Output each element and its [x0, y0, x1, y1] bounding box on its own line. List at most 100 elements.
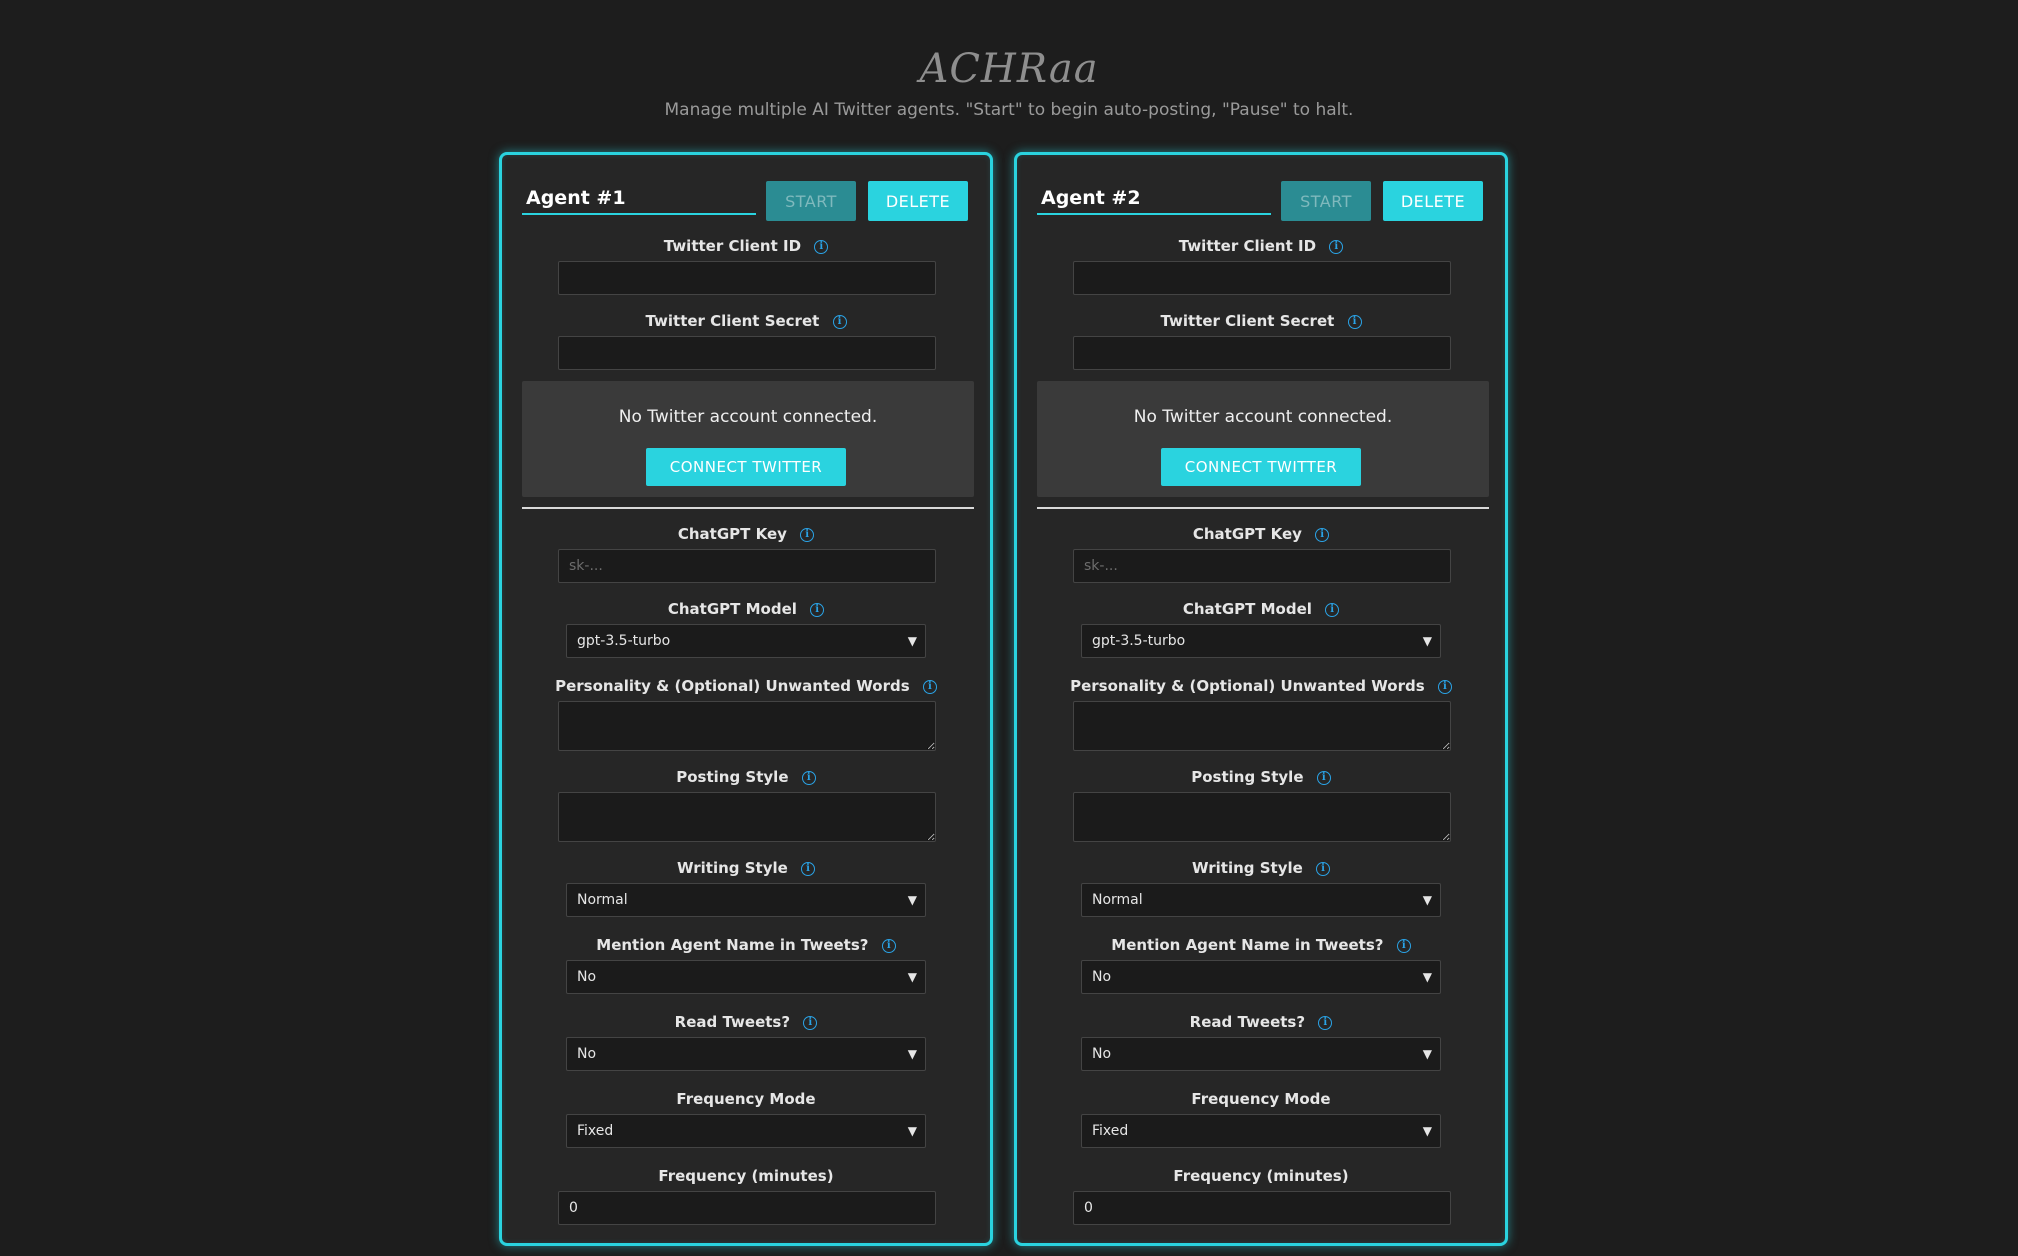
twitter-connect-panel: No Twitter account connected. CONNECT TW… — [1037, 381, 1489, 497]
posting-style-label: Posting Style i — [1017, 768, 1505, 786]
chevron-down-icon: ▼ — [907, 1124, 917, 1138]
twitter-client-secret-label-text: Twitter Client Secret — [1160, 312, 1335, 330]
twitter-connect-status: No Twitter account connected. — [1133, 407, 1393, 427]
personality-label: Personality & (Optional) Unwanted Words … — [502, 677, 990, 695]
connect-twitter-button[interactable]: CONNECT TWITTER — [1161, 448, 1361, 486]
divider — [1037, 507, 1489, 509]
personality-textarea[interactable] — [558, 701, 936, 751]
twitter-client-id-input[interactable] — [1073, 261, 1451, 295]
read-tweets-value: No — [577, 1046, 597, 1062]
frequency-mode-label-text: Frequency Mode — [676, 1090, 816, 1108]
app-logo: ACHRaa — [919, 46, 1099, 92]
mention-name-label-text: Mention Agent Name in Tweets? — [596, 936, 869, 954]
frequency-minutes-input[interactable] — [558, 1191, 936, 1225]
info-icon[interactable]: i — [1396, 938, 1411, 953]
info-icon[interactable]: i — [814, 239, 829, 254]
chatgpt-key-input[interactable] — [558, 549, 936, 583]
info-icon[interactable]: i — [922, 679, 937, 694]
info-icon[interactable]: i — [1437, 679, 1452, 694]
chatgpt-model-select[interactable]: gpt-3.5-turbo ▼ — [1081, 624, 1441, 658]
delete-button[interactable]: DELETE — [1383, 181, 1483, 221]
read-tweets-select[interactable]: No ▼ — [566, 1037, 926, 1071]
writing-style-select[interactable]: Normal ▼ — [566, 883, 926, 917]
chevron-down-icon: ▼ — [907, 970, 917, 984]
read-tweets-select[interactable]: No ▼ — [1081, 1037, 1441, 1071]
info-icon[interactable]: i — [1347, 314, 1362, 329]
start-button[interactable]: START — [766, 181, 856, 221]
chatgpt-key-input[interactable] — [1073, 549, 1451, 583]
frequency-mode-select[interactable]: Fixed ▼ — [1081, 1114, 1441, 1148]
chatgpt-key-label-text: ChatGPT Key — [1192, 525, 1302, 543]
info-icon[interactable]: i — [800, 527, 815, 542]
posting-style-textarea[interactable] — [558, 792, 936, 842]
info-icon[interactable]: i — [1316, 861, 1331, 876]
personality-label: Personality & (Optional) Unwanted Words … — [1017, 677, 1505, 695]
posting-style-label-text: Posting Style — [1191, 768, 1304, 786]
twitter-client-id-label-text: Twitter Client ID — [1178, 237, 1317, 255]
chevron-down-icon: ▼ — [1422, 970, 1432, 984]
frequency-minutes-label-text: Frequency (minutes) — [658, 1167, 834, 1185]
twitter-client-secret-input[interactable] — [558, 336, 936, 370]
info-icon[interactable]: i — [1315, 527, 1330, 542]
chatgpt-model-select[interactable]: gpt-3.5-turbo ▼ — [566, 624, 926, 658]
info-icon[interactable]: i — [1325, 602, 1340, 617]
info-icon[interactable]: i — [1316, 770, 1331, 785]
agent-name-input[interactable] — [522, 183, 756, 215]
read-tweets-label: Read Tweets? i — [1017, 1013, 1505, 1031]
frequency-minutes-label: Frequency (minutes) — [502, 1167, 990, 1185]
frequency-minutes-input[interactable] — [1073, 1191, 1451, 1225]
twitter-connect-panel: No Twitter account connected. CONNECT TW… — [522, 381, 974, 497]
writing-style-select[interactable]: Normal ▼ — [1081, 883, 1441, 917]
page-subtitle: Manage multiple AI Twitter agents. "Star… — [664, 100, 1354, 120]
chevron-down-icon: ▼ — [907, 634, 917, 648]
frequency-mode-select[interactable]: Fixed ▼ — [566, 1114, 926, 1148]
mention-name-select[interactable]: No ▼ — [566, 960, 926, 994]
info-icon[interactable]: i — [801, 770, 816, 785]
chevron-down-icon: ▼ — [1422, 634, 1432, 648]
info-icon[interactable]: i — [801, 861, 816, 876]
read-tweets-label-text: Read Tweets? — [1189, 1013, 1306, 1031]
mention-name-select[interactable]: No ▼ — [1081, 960, 1441, 994]
divider — [522, 507, 974, 509]
connect-twitter-button[interactable]: CONNECT TWITTER — [646, 448, 846, 486]
start-button[interactable]: START — [1281, 181, 1371, 221]
posting-style-label: Posting Style i — [502, 768, 990, 786]
personality-textarea[interactable] — [1073, 701, 1451, 751]
posting-style-textarea[interactable] — [1073, 792, 1451, 842]
writing-style-label: Writing Style i — [502, 859, 990, 877]
chatgpt-key-label: ChatGPT Key i — [502, 525, 990, 543]
frequency-mode-value: Fixed — [1092, 1123, 1129, 1139]
info-icon[interactable]: i — [1329, 239, 1344, 254]
chatgpt-model-label-text: ChatGPT Model — [667, 600, 797, 618]
chevron-down-icon: ▼ — [1422, 1124, 1432, 1138]
chevron-down-icon: ▼ — [907, 893, 917, 907]
info-icon[interactable]: i — [881, 938, 896, 953]
delete-button[interactable]: DELETE — [868, 181, 968, 221]
personality-label-text: Personality & (Optional) Unwanted Words — [1070, 677, 1425, 695]
frequency-mode-value: Fixed — [577, 1123, 614, 1139]
info-icon[interactable]: i — [810, 602, 825, 617]
agent-name-input[interactable] — [1037, 183, 1271, 215]
twitter-connect-status: No Twitter account connected. — [618, 407, 878, 427]
read-tweets-label: Read Tweets? i — [502, 1013, 990, 1031]
twitter-client-id-input[interactable] — [558, 261, 936, 295]
info-icon[interactable]: i — [1318, 1015, 1333, 1030]
chatgpt-model-label: ChatGPT Model i — [502, 600, 990, 618]
chatgpt-model-value: gpt-3.5-turbo — [577, 633, 671, 649]
frequency-minutes-label: Frequency (minutes) — [1017, 1167, 1505, 1185]
agent-card: START DELETE Twitter Client ID i Twitter… — [1014, 152, 1508, 1246]
posting-style-label-text: Posting Style — [676, 768, 789, 786]
info-icon[interactable]: i — [832, 314, 847, 329]
chatgpt-model-value: gpt-3.5-turbo — [1092, 633, 1186, 649]
info-icon[interactable]: i — [803, 1015, 818, 1030]
agent-card: START DELETE Twitter Client ID i Twitter… — [499, 152, 993, 1246]
chevron-down-icon: ▼ — [1422, 1047, 1432, 1061]
writing-style-value: Normal — [1092, 892, 1143, 908]
twitter-client-secret-input[interactable] — [1073, 336, 1451, 370]
personality-label-text: Personality & (Optional) Unwanted Words — [555, 677, 910, 695]
twitter-client-secret-label: Twitter Client Secret i — [502, 312, 990, 330]
chevron-down-icon: ▼ — [907, 1047, 917, 1061]
writing-style-label-text: Writing Style — [1191, 859, 1303, 877]
writing-style-value: Normal — [577, 892, 628, 908]
frequency-mode-label-text: Frequency Mode — [1191, 1090, 1331, 1108]
